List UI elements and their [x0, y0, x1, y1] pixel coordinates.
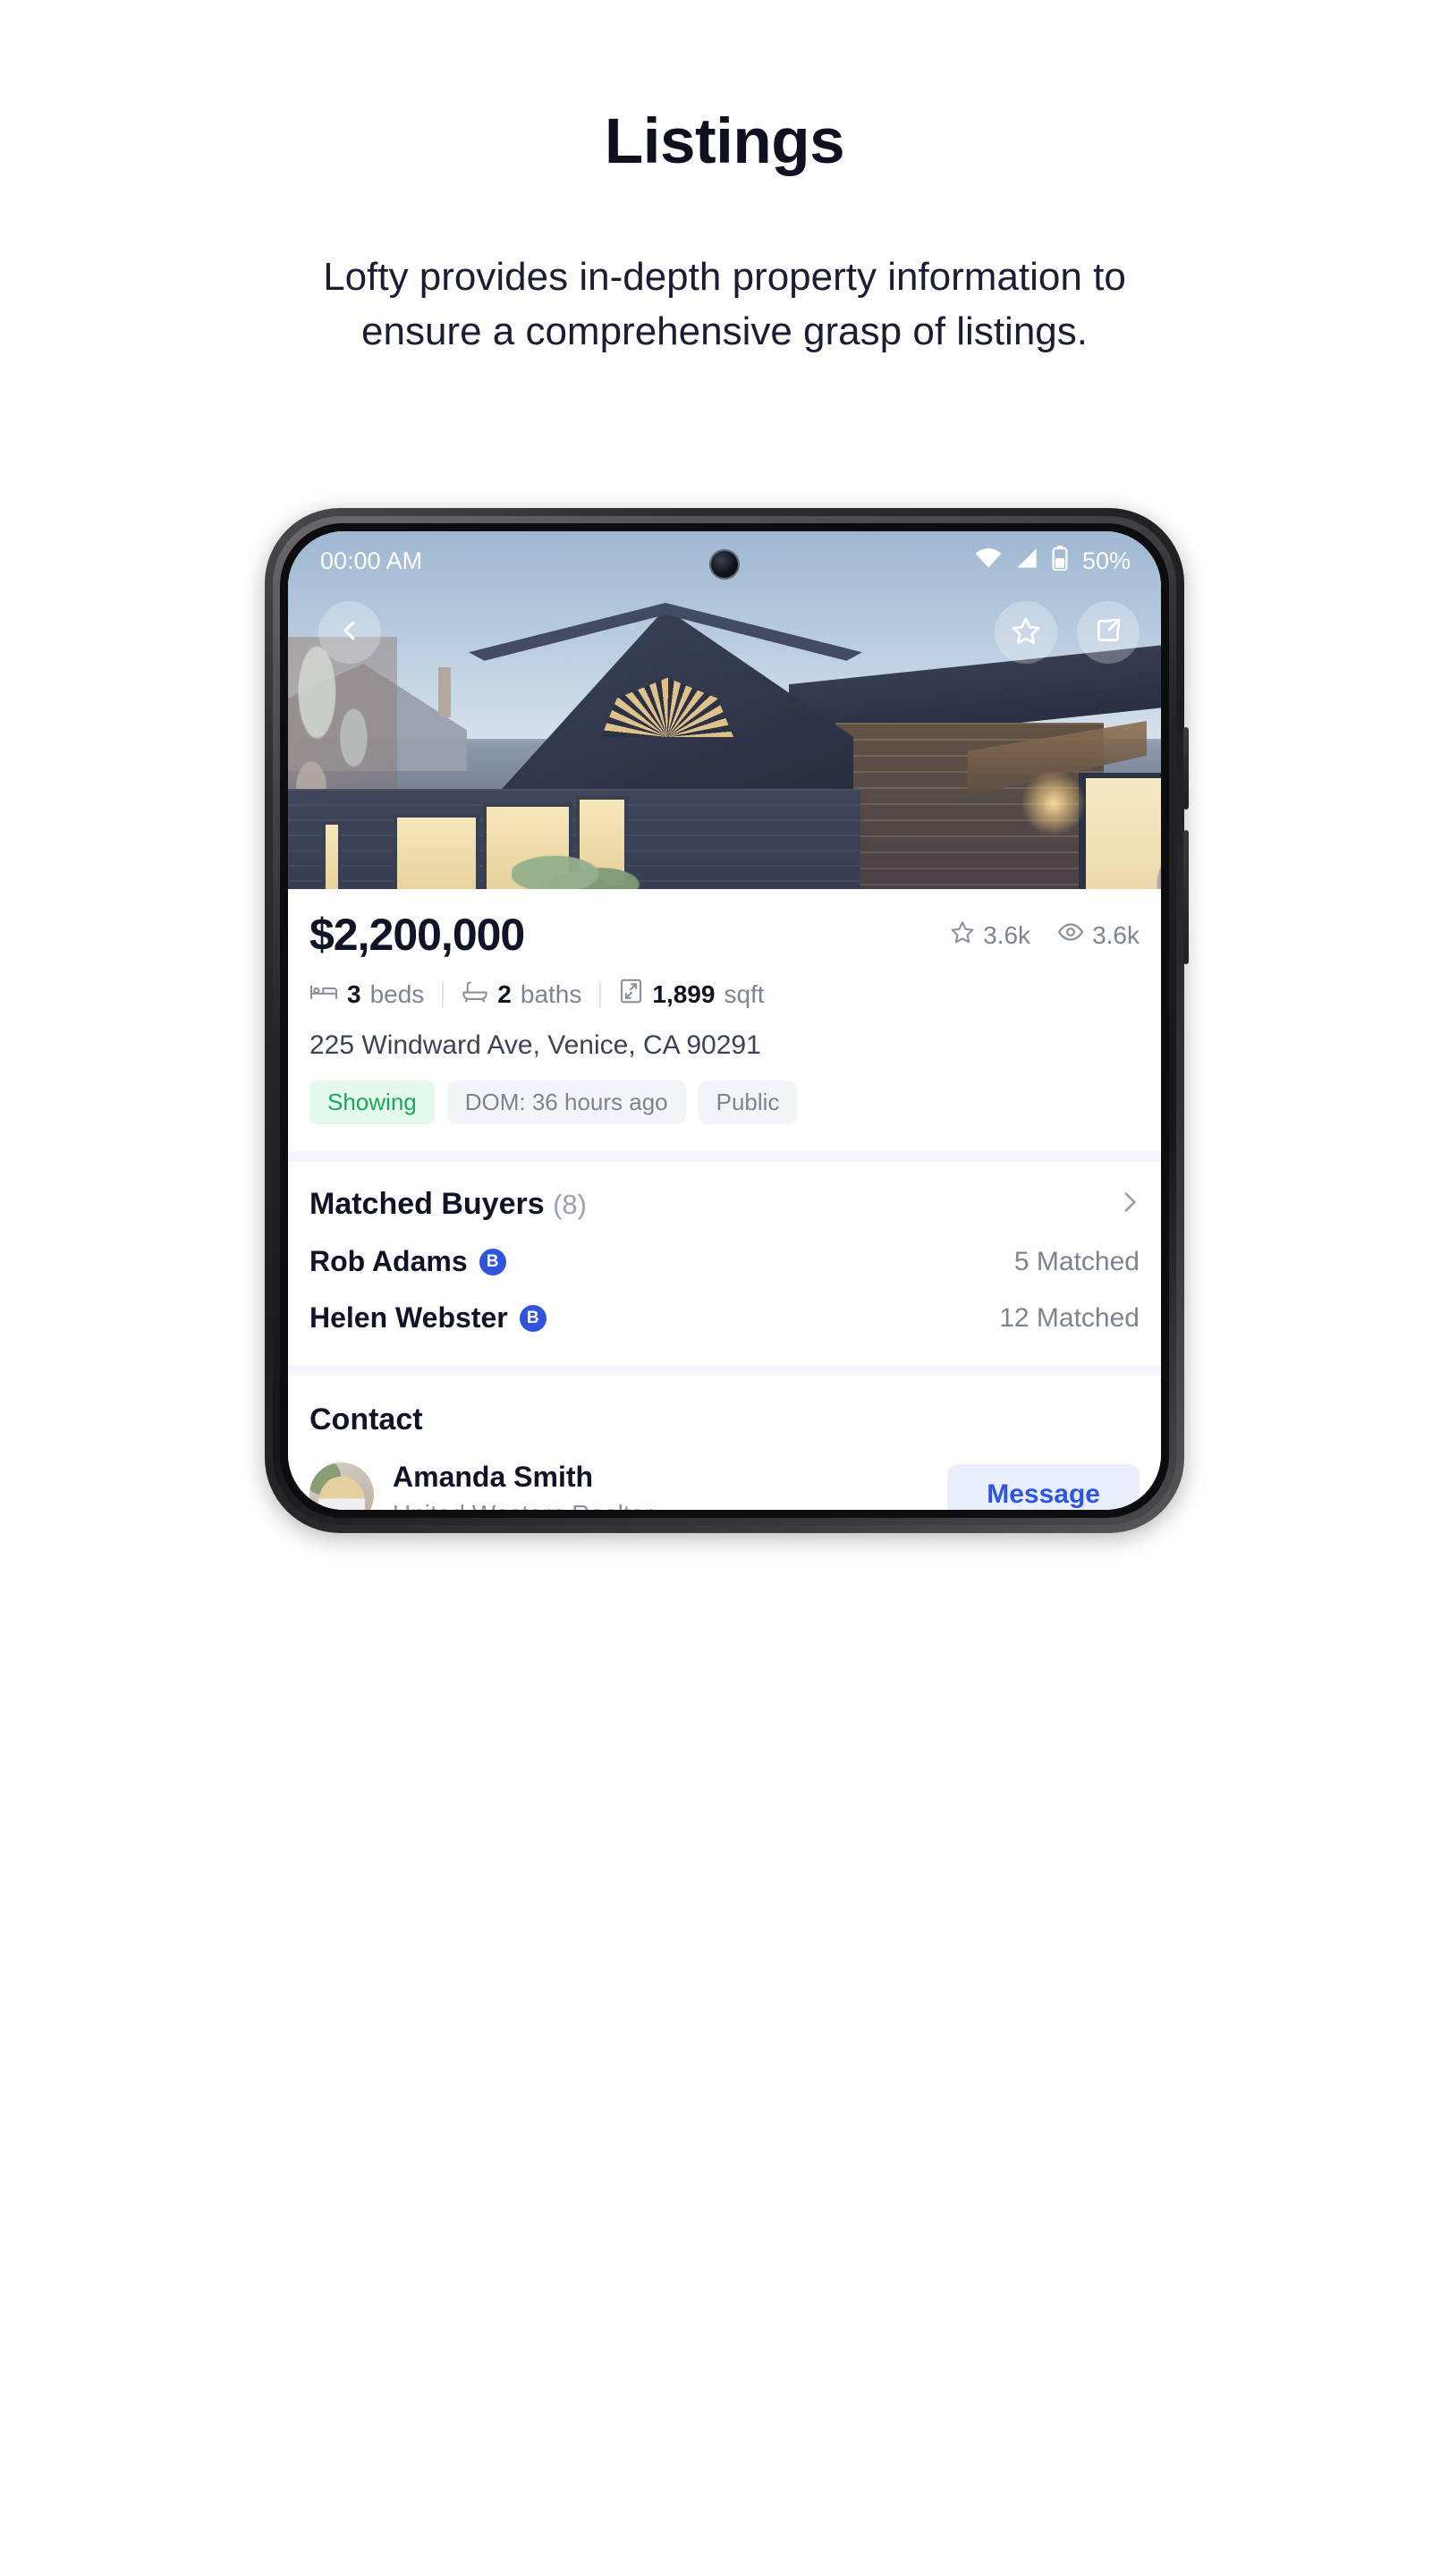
share-button[interactable]: [1077, 601, 1140, 664]
section-divider: [288, 1365, 1161, 1376]
area-expand-icon: [619, 978, 643, 1011]
buyer-badge-icon: B: [479, 1248, 506, 1275]
bathtub-icon: [462, 979, 488, 1009]
page-subtitle: Lofty provides in-depth property informa…: [0, 250, 1449, 359]
carousel-dot-active[interactable]: [702, 1474, 720, 1492]
share-external-icon: [1094, 616, 1123, 649]
front-camera: [711, 551, 738, 578]
listing-specs: 3 beds 2 baths 1,899 sqft: [309, 978, 1140, 1011]
dom-badge: DOM: 36 hours ago: [446, 1080, 686, 1124]
contact-title: Contact: [309, 1402, 423, 1436]
right-shrub: [1145, 835, 1161, 889]
chevron-left-icon: [336, 617, 363, 648]
carousel-dot[interactable]: [651, 1479, 660, 1487]
buyer-name: Helen Webster: [309, 1301, 508, 1334]
buyer-identity: Helen Webster B: [309, 1301, 547, 1335]
window-2: [394, 814, 479, 889]
star-icon: [950, 919, 975, 951]
table-row[interactable]: Rob Adams B 5 Matched: [309, 1245, 1140, 1278]
chimney: [438, 667, 451, 717]
matched-buyers-title: Matched Buyers (8): [309, 1187, 587, 1222]
buyer-name: Rob Adams: [309, 1245, 468, 1277]
buyer-identity: Rob Adams B: [309, 1245, 506, 1278]
eye-icon: [1057, 919, 1084, 952]
status-badge: Showing: [309, 1080, 435, 1124]
status-indicators: 50%: [974, 545, 1131, 577]
saves-count: 3.6k: [983, 920, 1031, 949]
spec-divider: [599, 981, 602, 1007]
front-shrub: [512, 846, 655, 889]
matched-buyers-header[interactable]: Matched Buyers (8): [309, 1162, 1140, 1222]
matched-buyers-section: Matched Buyers (8) Rob Adams B 5 Matched: [288, 1162, 1161, 1365]
table-row[interactable]: Helen Webster B 12 Matched: [309, 1301, 1140, 1335]
baths-spec: 2 baths: [462, 979, 581, 1009]
listing-address: 225 Windward Ave, Venice, CA 90291: [309, 1030, 761, 1060]
power-button[interactable]: [1183, 830, 1189, 964]
star-icon: [1011, 615, 1041, 650]
listing-detail-content: $2,200,000 3.6k 3.6k 3 beds 2 baths 1,89…: [288, 889, 1161, 1510]
baths-label: baths: [520, 979, 582, 1008]
wifi-icon: [974, 547, 1003, 575]
listing-price: $2,200,000: [309, 910, 525, 960]
engagement-stats: 3.6k 3.6k: [950, 919, 1140, 961]
price-row: $2,200,000 3.6k 3.6k: [309, 889, 1140, 961]
window-1: [322, 821, 342, 889]
beds-spec: 3 beds: [309, 979, 424, 1009]
page-root: Listings Lofty provides in-depth propert…: [0, 0, 1449, 2576]
page-subtitle-line-2: ensure a comprehensive grasp of listings…: [361, 309, 1088, 353]
bed-icon: [309, 979, 338, 1009]
matched-buyers-label: Matched Buyers: [309, 1187, 545, 1221]
battery-icon: [1051, 545, 1069, 577]
listing-summary-section: $2,200,000 3.6k 3.6k 3 beds 2 baths 1,89…: [288, 889, 1161, 1151]
favorite-button[interactable]: [995, 601, 1057, 664]
buyer-matched-count: 5 Matched: [1013, 1246, 1140, 1276]
carousel-dot[interactable]: [789, 1479, 798, 1487]
beds-value: 3: [347, 979, 361, 1008]
saves-stat: 3.6k: [950, 919, 1030, 951]
baths-value: 2: [497, 979, 512, 1008]
battery-percent: 50%: [1081, 547, 1131, 574]
matched-buyers-count: (8): [553, 1189, 587, 1220]
views-stat: 3.6k: [1057, 919, 1140, 952]
porch-light-glow: [1021, 771, 1086, 835]
phone-screen: 00:00 AM 50% $2,200,000 3.6k 3.6k 3 beds…: [288, 531, 1161, 1510]
buyer-badge-icon: B: [519, 1304, 547, 1332]
chevron-right-icon[interactable]: [1120, 1188, 1140, 1222]
status-time: 00:00 AM: [320, 547, 423, 574]
carousel-dot[interactable]: [675, 1477, 687, 1489]
back-button[interactable]: [318, 601, 381, 664]
spec-divider: [442, 981, 445, 1007]
views-count: 3.6k: [1092, 920, 1140, 949]
page-subtitle-line-1: Lofty provides in-depth property informa…: [323, 255, 1126, 299]
area-value: 1,899: [652, 979, 716, 1008]
area-spec: 1,899 sqft: [619, 978, 765, 1011]
phone-mockup: 00:00 AM 50% $2,200,000 3.6k 3.6k 3 beds…: [265, 508, 1189, 1533]
signal-icon: [1014, 547, 1039, 575]
carousel-dot[interactable]: [762, 1477, 774, 1489]
section-divider: [288, 1151, 1161, 1162]
buyer-matched-count: 12 Matched: [999, 1302, 1140, 1333]
agent-company: United Western Realtor: [393, 1500, 653, 1510]
volume-button[interactable]: [1183, 727, 1189, 809]
area-label: sqft: [724, 979, 765, 1008]
visibility-badge: Public: [698, 1080, 798, 1124]
carousel-dot[interactable]: [735, 1477, 747, 1489]
listing-tags: Showing DOM: 36 hours ago Public: [309, 1080, 1140, 1151]
page-title: Listings: [604, 106, 845, 177]
carousel-dots[interactable]: [288, 1474, 1161, 1492]
beds-label: beds: [369, 979, 425, 1008]
